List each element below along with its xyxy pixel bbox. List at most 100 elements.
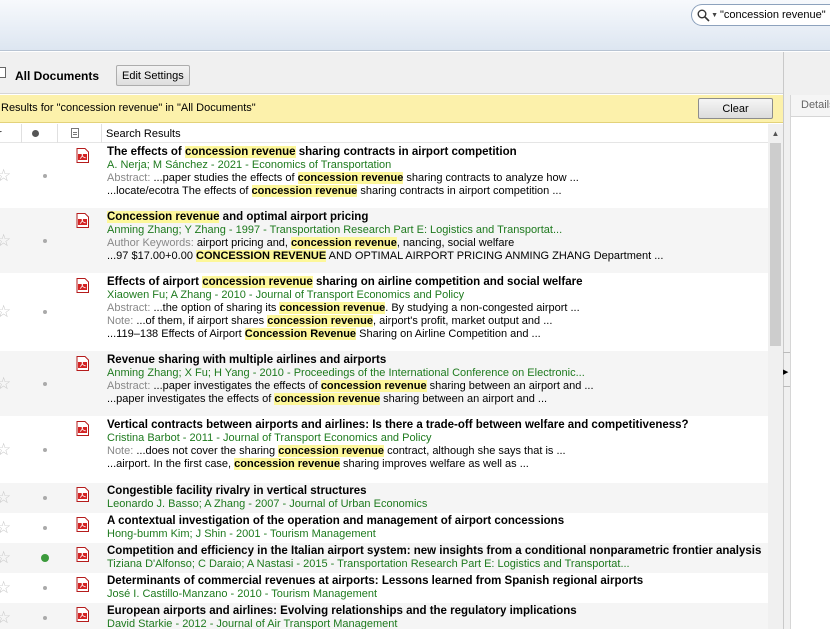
edit-settings-button[interactable]: Edit Settings (116, 65, 190, 86)
snippet-label: Abstract: (107, 172, 154, 184)
pdf-icon[interactable] (76, 577, 89, 592)
search-highlight: concession revenue (278, 445, 385, 457)
search-highlight: concession revenue (267, 315, 373, 327)
text-fragment: Effects of airport (107, 276, 203, 288)
pdf-icon[interactable] (76, 487, 89, 502)
read-status-dot-icon[interactable] (43, 239, 47, 243)
text-fragment: sharing between an airport and ... (426, 380, 594, 392)
star-rating-icon[interactable]: ☆ (0, 549, 11, 566)
pdf-icon[interactable] (76, 356, 89, 371)
result-title[interactable]: The effects of concession revenue sharin… (107, 146, 767, 159)
result-row[interactable]: ☆ Determinants of commercial revenues at … (0, 573, 768, 603)
snippet-label: Note: (107, 315, 137, 327)
result-row[interactable]: ☆ Effects of airport concession revenue s… (0, 273, 768, 351)
column-separator[interactable] (57, 124, 58, 143)
result-title[interactable]: Competition and efficiency in the Italia… (107, 545, 767, 558)
search-highlight: concession revenue (291, 237, 397, 249)
pdf-icon[interactable] (76, 213, 89, 228)
pdf-icon[interactable] (76, 148, 89, 163)
text-fragment: ...of them, if airport shares (136, 315, 268, 327)
results-list: ☆ The effects of concession revenue shari… (0, 143, 768, 629)
text-fragment: sharing contracts to analyze how ... (403, 172, 579, 184)
read-status-dot-icon[interactable] (43, 174, 47, 178)
result-snippet: Abstract: ...paper investigates the effe… (107, 380, 767, 393)
read-status-dot-icon[interactable] (43, 382, 47, 386)
result-row[interactable]: ☆ The effects of concession revenue shari… (0, 143, 768, 208)
search-icon[interactable] (697, 8, 710, 22)
result-text-block: Effects of airport concession revenue sh… (107, 276, 767, 341)
result-metadata: David Starkie - 2012 - Journal of Air Tr… (107, 618, 398, 629)
result-row[interactable]: ☆ Concession revenue and optimal airport … (0, 208, 768, 273)
tab-details[interactable]: Details (790, 95, 830, 117)
star-rating-icon[interactable]: ☆ (0, 519, 11, 536)
read-status-dot-icon[interactable] (43, 448, 47, 452)
text-fragment: European airports and airlines: Evolving… (107, 605, 577, 617)
star-rating-icon[interactable]: ☆ (0, 303, 11, 320)
result-title[interactable]: A contextual investigation of the operat… (107, 515, 767, 528)
star-rating-icon[interactable]: ☆ (0, 232, 11, 249)
pdf-icon[interactable] (76, 607, 89, 622)
search-highlight: concession revenue (234, 458, 340, 470)
scrollbar-thumb[interactable] (770, 143, 781, 346)
search-highlight: concession revenue (202, 276, 313, 288)
column-header-rating[interactable]: r (0, 128, 2, 140)
unread-dot-icon[interactable] (41, 554, 49, 562)
search-highlight: concession revenue (184, 146, 296, 158)
result-metadata: Anming Zhang; X Fu; H Yang - 2010 - Proc… (107, 367, 585, 379)
search-box[interactable]: ▼ (691, 4, 830, 26)
scroll-up-arrow-icon[interactable]: ▲ (768, 124, 783, 143)
search-highlight: concession revenue (251, 185, 358, 197)
read-status-dot-icon[interactable] (43, 616, 47, 620)
star-rating-icon[interactable]: ☆ (0, 489, 11, 506)
result-title[interactable]: Effects of airport concession revenue sh… (107, 276, 767, 289)
pdf-icon[interactable] (76, 421, 89, 436)
column-separator[interactable] (21, 124, 22, 143)
search-highlight: concession revenue (320, 380, 427, 392)
result-title[interactable]: Revenue sharing with multiple airlines a… (107, 354, 767, 367)
read-status-dot-icon[interactable] (43, 586, 47, 590)
result-title[interactable]: Vertical contracts between airports and … (107, 419, 767, 432)
document-type-column-icon[interactable] (71, 128, 79, 138)
result-text-block: Determinants of commercial revenues at a… (107, 575, 767, 601)
result-text-block: Concession revenue and optimal airport p… (107, 211, 767, 263)
star-rating-icon[interactable]: ☆ (0, 375, 11, 392)
read-status-dot-icon[interactable] (43, 496, 47, 500)
text-fragment: ...119–138 Effects of Airport (107, 328, 245, 340)
text-fragment: ...airport. In the first case, (107, 458, 235, 470)
pdf-icon[interactable] (76, 278, 89, 293)
star-rating-icon[interactable]: ☆ (0, 441, 11, 458)
pdf-icon[interactable] (76, 547, 89, 562)
result-row[interactable]: ☆ A contextual investigation of the opera… (0, 513, 768, 543)
result-title[interactable]: Determinants of commercial revenues at a… (107, 575, 767, 588)
collapse-arrow-icon[interactable]: ▶ (783, 368, 788, 376)
read-status-dot-icon[interactable] (43, 310, 47, 314)
result-row[interactable]: ☆ European airports and airlines: Evolvin… (0, 603, 768, 629)
column-separator[interactable] (101, 124, 102, 143)
result-row[interactable]: ☆ Vertical contracts between airports and… (0, 416, 768, 483)
star-rating-icon[interactable]: ☆ (0, 579, 11, 596)
read-status-column-icon[interactable] (32, 130, 39, 137)
result-row[interactable]: ☆ Congestible facility rivalry in vertica… (0, 483, 768, 513)
collection-title: All Documents (15, 69, 100, 83)
search-input[interactable] (720, 9, 830, 21)
result-row[interactable]: ☆ Revenue sharing with multiple airlines … (0, 351, 768, 416)
details-pane (790, 117, 830, 629)
result-title[interactable]: European airports and airlines: Evolving… (107, 605, 767, 618)
text-fragment: ...locate/ecotra The effects of (107, 185, 252, 197)
read-status-dot-icon[interactable] (43, 526, 47, 530)
search-highlight: concession revenue (279, 302, 386, 314)
search-options-dropdown-icon[interactable]: ▼ (711, 12, 718, 19)
collection-icon (0, 67, 6, 78)
star-rating-icon[interactable]: ☆ (0, 609, 11, 626)
result-snippet: Abstract: ...the option of sharing its c… (107, 302, 767, 315)
column-header-search-results[interactable]: Search Results (106, 128, 181, 140)
text-fragment: sharing between an airport and ... (380, 393, 548, 405)
result-snippet: Abstract: ...paper studies the effects o… (107, 172, 767, 185)
result-title[interactable]: Congestible facility rivalry in vertical… (107, 485, 767, 498)
clear-search-button[interactable]: Clear (698, 98, 773, 119)
star-rating-icon[interactable]: ☆ (0, 167, 11, 184)
result-title[interactable]: Concession revenue and optimal airport p… (107, 211, 767, 224)
result-row[interactable]: ☆ Competition and efficiency in the Itali… (0, 543, 768, 573)
pdf-icon[interactable] (76, 517, 89, 532)
result-snippet: Author Keywords: airport pricing and, co… (107, 237, 767, 250)
